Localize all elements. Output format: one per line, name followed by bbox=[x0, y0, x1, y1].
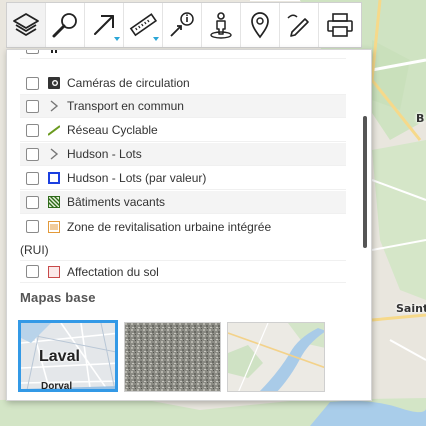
layers-button[interactable] bbox=[7, 3, 46, 47]
orange-hatch-icon bbox=[48, 220, 60, 233]
layer-row-partial bbox=[20, 50, 346, 59]
layer-checkbox[interactable] bbox=[26, 76, 39, 90]
layer-label: Hudson - Lots bbox=[67, 147, 142, 161]
layer-row[interactable]: Hudson - Lots (par valeur) bbox=[20, 167, 346, 190]
expand-arrow-icon[interactable] bbox=[48, 100, 60, 112]
chevron-down-icon bbox=[153, 37, 159, 41]
terrain-map-preview bbox=[228, 323, 324, 391]
chevron-down-icon bbox=[114, 37, 120, 41]
red-square-icon bbox=[48, 265, 60, 278]
layer-row[interactable]: Caméras de circulation bbox=[20, 72, 346, 95]
layer-label-continuation: (RUI) bbox=[20, 243, 49, 257]
layer-row[interactable]: Transport en commun bbox=[20, 95, 346, 118]
basemap-city-label: Laval bbox=[39, 348, 80, 365]
layers-list[interactable]: Caméras de circulation Transport en comm… bbox=[7, 50, 357, 400]
layer-label: Réseau Cyclable bbox=[67, 123, 158, 137]
satellite-map-preview bbox=[125, 323, 220, 391]
ruler-icon bbox=[129, 13, 158, 37]
layer-checkbox[interactable] bbox=[26, 50, 39, 54]
map-pin-icon bbox=[251, 12, 269, 39]
print-button[interactable] bbox=[319, 3, 361, 47]
layers-panel: Caméras de circulation Transport en comm… bbox=[6, 49, 372, 401]
print-icon bbox=[327, 13, 353, 37]
layer-checkbox[interactable] bbox=[26, 195, 39, 209]
measure-button[interactable] bbox=[124, 3, 163, 47]
basemap-city-sublabel: Dorval bbox=[41, 381, 73, 392]
blue-square-icon bbox=[48, 172, 60, 184]
green-hatch-icon bbox=[48, 196, 60, 208]
street-view-icon bbox=[210, 12, 232, 39]
layer-row[interactable]: Réseau Cyclable bbox=[20, 119, 346, 142]
layer-row[interactable]: Zone de revitalisation urbaine intégrée bbox=[20, 215, 346, 238]
draw-pencil-icon bbox=[287, 14, 309, 37]
layers-scrollbar[interactable] bbox=[361, 54, 367, 394]
basemap-thumbnail-terrain[interactable] bbox=[227, 322, 325, 392]
layer-label: Hudson - Lots (par valeur) bbox=[67, 171, 207, 185]
layer-checkbox[interactable] bbox=[26, 123, 39, 137]
layer-row[interactable]: Bâtiments vacants bbox=[20, 191, 346, 214]
info-pointer-icon bbox=[170, 12, 194, 37]
layer-label: Zone de revitalisation urbaine intégrée bbox=[67, 219, 272, 234]
basemaps-title: Mapas base bbox=[20, 290, 96, 305]
draw-button[interactable] bbox=[280, 3, 319, 47]
place-marker-button[interactable] bbox=[241, 3, 280, 47]
layer-checkbox[interactable] bbox=[26, 171, 39, 185]
expand-arrow-icon[interactable] bbox=[48, 148, 60, 160]
navigate-arrow-icon bbox=[94, 15, 114, 35]
layers-icon bbox=[13, 13, 39, 36]
search-icon bbox=[52, 13, 77, 38]
basemap-thumbnail-satellite[interactable] bbox=[124, 322, 221, 392]
basemap-thumbnail-street[interactable]: Laval Dorval bbox=[18, 320, 118, 392]
layer-label: Affectation du sol bbox=[67, 264, 159, 279]
map-place-label: B bbox=[416, 112, 425, 125]
navigate-button[interactable] bbox=[85, 3, 124, 47]
scrollbar-thumb[interactable] bbox=[363, 116, 367, 248]
layer-checkbox[interactable] bbox=[26, 99, 39, 113]
map-toolbar bbox=[6, 2, 362, 48]
identify-button[interactable] bbox=[163, 3, 202, 47]
layer-checkbox[interactable] bbox=[26, 265, 39, 278]
layer-label: Transport en commun bbox=[67, 99, 184, 113]
layer-label: Caméras de circulation bbox=[67, 76, 190, 90]
layer-label: Bâtiments vacants bbox=[67, 195, 166, 209]
camera-icon bbox=[48, 77, 60, 89]
search-button[interactable] bbox=[46, 3, 85, 47]
street-view-button[interactable] bbox=[202, 3, 241, 47]
green-line-icon bbox=[48, 124, 60, 136]
map-place-label: Saint- bbox=[396, 302, 426, 315]
layer-row[interactable]: Affectation du sol bbox=[20, 260, 346, 283]
layer-checkbox[interactable] bbox=[26, 220, 39, 233]
legend-icon bbox=[48, 50, 60, 53]
layer-row[interactable]: Hudson - Lots bbox=[20, 143, 346, 166]
layer-checkbox[interactable] bbox=[26, 147, 39, 161]
